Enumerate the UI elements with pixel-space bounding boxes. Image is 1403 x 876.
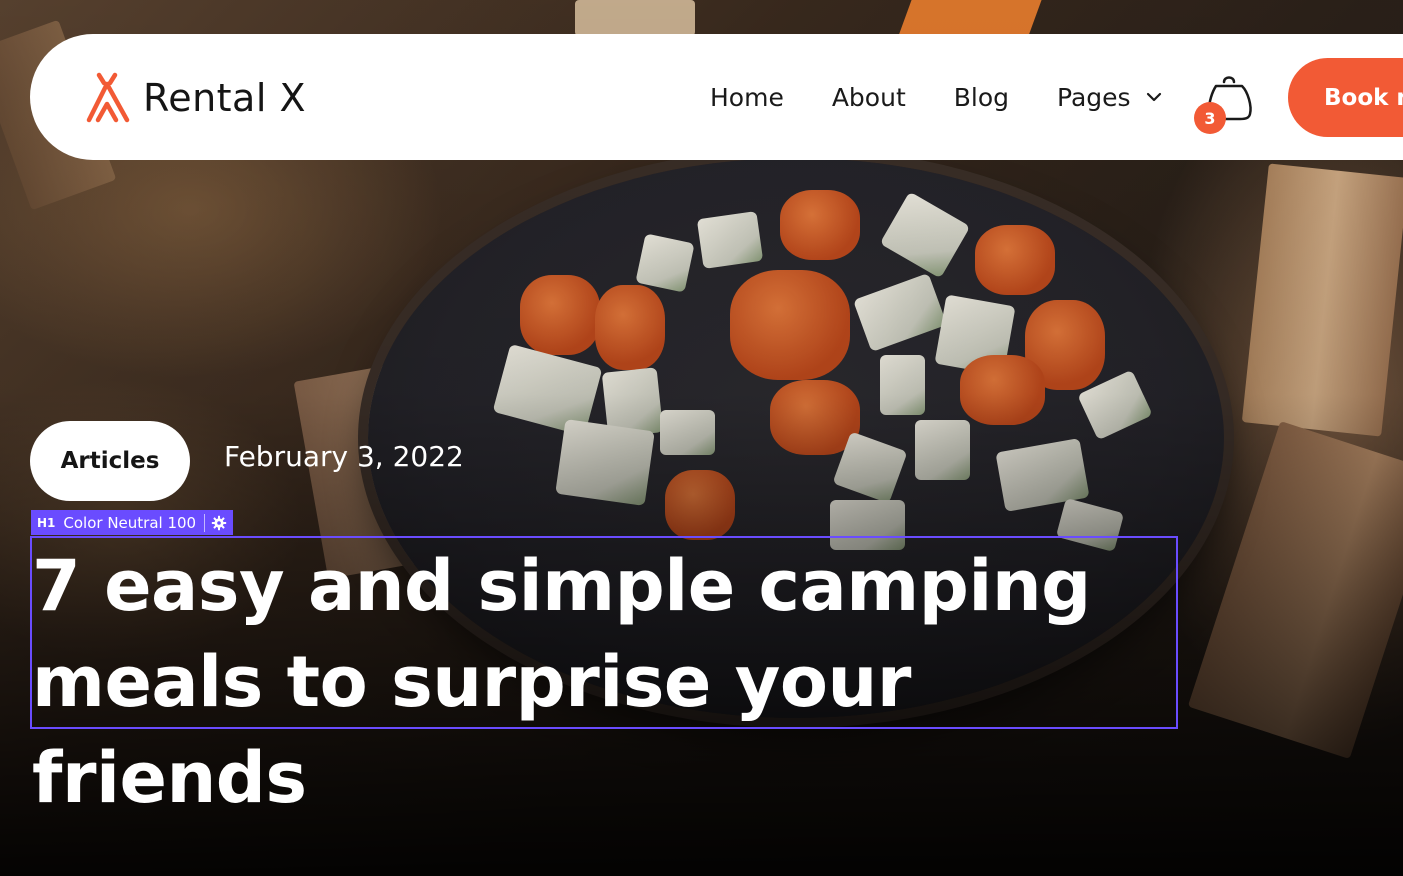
nav-item-blog[interactable]: Blog [954, 83, 1009, 112]
tent-icon [86, 72, 130, 123]
nav-item-pages[interactable]: Pages [1057, 83, 1163, 112]
nav-menu: Home About Blog Pages [710, 34, 1211, 160]
element-type-label: H1 [37, 515, 56, 530]
navbar: Rental X Home About Blog Pages 3 Book n [30, 34, 1403, 160]
editor-selection-tag[interactable]: H1 Color Neutral 100 [31, 510, 234, 535]
nav-item-about[interactable]: About [832, 83, 906, 112]
book-now-button[interactable]: Book n [1288, 58, 1403, 137]
tag-divider [204, 513, 206, 532]
gear-icon[interactable] [211, 515, 227, 531]
nav-item-home[interactable]: Home [710, 83, 784, 112]
post-date: February 3, 2022 [224, 440, 464, 473]
logo[interactable]: Rental X [85, 72, 306, 124]
cart-count-badge: 3 [1194, 102, 1226, 134]
page-title[interactable]: 7 easy and simple camping meals to surpr… [32, 538, 1182, 826]
category-tag[interactable]: Articles [30, 421, 190, 501]
style-class-label: Color Neutral 100 [63, 513, 197, 532]
cart-button[interactable]: 3 [1194, 72, 1256, 134]
nav-item-pages-label: Pages [1057, 82, 1131, 112]
chevron-down-icon [1146, 92, 1161, 102]
brand-name: Rental X [143, 76, 307, 120]
